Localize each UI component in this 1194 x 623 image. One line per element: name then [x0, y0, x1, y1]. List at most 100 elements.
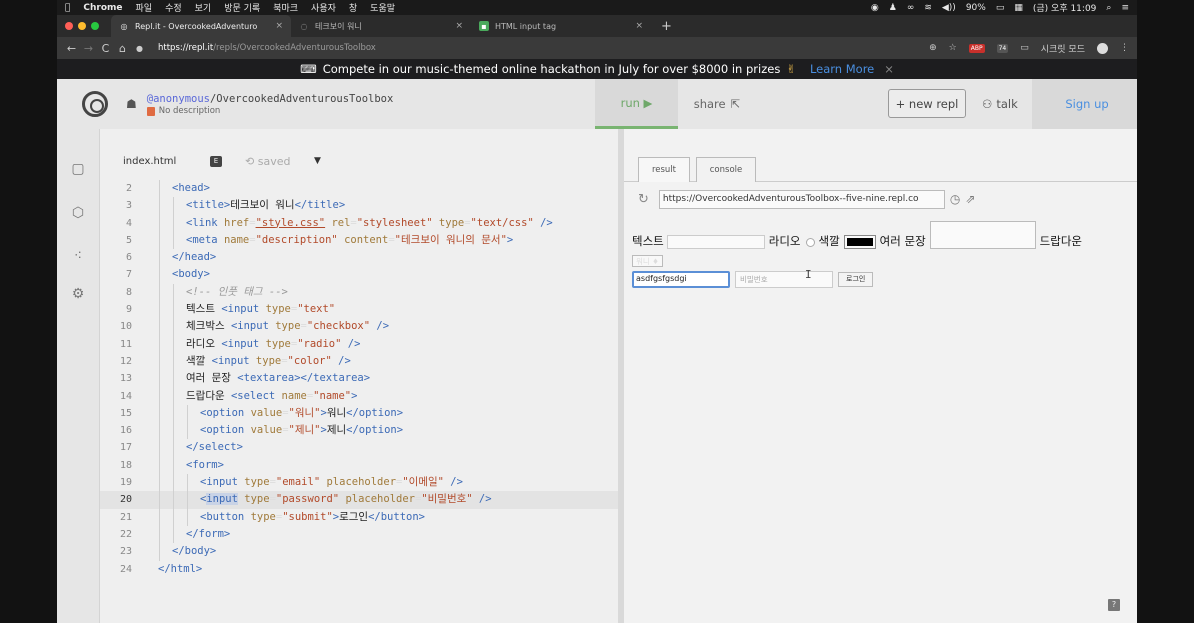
talk-label: talk: [996, 96, 1018, 111]
debugger-icon[interactable]: ⁖: [70, 248, 86, 264]
radio-input[interactable]: [805, 238, 815, 247]
screen:  Chrome 파일 수정 보기 방문 기록 북마크 사용자 창 도움말 ◉ …: [57, 0, 1137, 623]
menu-file[interactable]: 파일: [136, 1, 153, 14]
menu-edit[interactable]: 수정: [165, 1, 182, 14]
run-button[interactable]: run ▶: [595, 79, 678, 129]
menubar-app[interactable]: Chrome: [83, 3, 122, 13]
menu-history[interactable]: 방문 기록: [224, 1, 260, 14]
text-input[interactable]: [666, 235, 765, 249]
repl-name[interactable]: /OvercookedAdventurousToolbox: [210, 93, 393, 105]
extension-badge[interactable]: 74: [996, 43, 1009, 53]
tab-console[interactable]: console: [696, 157, 756, 182]
preview-row-form: asdfgsfgsdgi 비밀번호 로그인: [632, 271, 1132, 288]
home-icon[interactable]: ⌂: [114, 42, 131, 55]
search-icon[interactable]: ⌕: [1106, 3, 1111, 13]
clock[interactable]: (금) 오후 11:09: [1033, 1, 1097, 14]
code-editor[interactable]: index.html E ⟲ saved ▼ 1<html> 2<head> 3…: [100, 129, 653, 623]
url-field[interactable]: https://repl.it/repls/OvercookedAdventur…: [158, 43, 376, 53]
login-button[interactable]: 로그인: [838, 272, 874, 287]
more-icon[interactable]: ⋮: [1120, 43, 1129, 53]
address-bar: ← → C ⌂ ● https://repl.it/repls/Overcook…: [57, 37, 1137, 59]
menu-people[interactable]: 사용자: [311, 1, 336, 14]
back-icon[interactable]: ←: [63, 42, 80, 55]
glasses-icon[interactable]: ∞: [907, 3, 915, 13]
forward-icon[interactable]: →: [80, 42, 97, 55]
menu-window[interactable]: 창: [349, 1, 357, 14]
talk-button[interactable]: ⚇ talk: [982, 89, 1018, 118]
tab-replit[interactable]: ◎ Repl.it - OvercookedAdventuro ×: [111, 15, 291, 37]
menubar:  Chrome 파일 수정 보기 방문 기록 북마크 사용자 창 도움말 ◉ …: [57, 0, 1137, 15]
saved-status: ⟲ saved: [245, 155, 291, 168]
learn-more-link[interactable]: Learn More: [810, 62, 874, 76]
help-button[interactable]: ?: [1108, 599, 1120, 611]
zoom-icon[interactable]: ⊕: [929, 43, 937, 53]
star-icon[interactable]: ☆: [949, 43, 957, 53]
user-icon[interactable]: ♟: [889, 3, 897, 13]
files-icon[interactable]: ▢: [70, 161, 86, 177]
menu-view[interactable]: 보기: [195, 1, 212, 14]
dropdown-select[interactable]: 워니 ♦: [632, 255, 663, 267]
reload-icon[interactable]: C: [97, 42, 114, 55]
result-url-field[interactable]: https://OvercookedAdventurousToolbox--fi…: [658, 189, 945, 209]
flag-icon[interactable]: ▦: [1014, 3, 1023, 13]
close-window-icon[interactable]: [65, 22, 73, 30]
code-line: 17 </select>: [100, 439, 618, 457]
format-icon[interactable]: E: [210, 156, 222, 167]
code-line: 5 <meta name="description" content="테크보이 …: [100, 231, 618, 250]
tab-html-input[interactable]: ▪ HTML input tag ×: [471, 15, 651, 37]
replit-logo-icon[interactable]: [82, 91, 108, 117]
tab-techboy[interactable]: ◌ 테크보이 워니 ×: [291, 15, 471, 37]
reload-icon[interactable]: ↻: [638, 192, 649, 207]
repl-description[interactable]: No description: [146, 106, 394, 116]
close-tab-icon[interactable]: ×: [455, 21, 463, 31]
menu-help[interactable]: 도움말: [370, 1, 395, 14]
close-tab-icon[interactable]: ×: [635, 21, 643, 31]
history-icon[interactable]: ◷: [950, 192, 960, 206]
code-area[interactable]: 1<html> 2<head> 3<title>테크보이 워니</title> …: [100, 174, 618, 578]
signup-button[interactable]: Sign up: [1032, 79, 1137, 129]
wifi-icon[interactable]: ≋: [924, 3, 932, 13]
battery-icon[interactable]: ▭: [996, 3, 1005, 13]
incognito-avatar-icon[interactable]: [1097, 42, 1108, 54]
cast-icon[interactable]: ▭: [1020, 43, 1029, 53]
repl-title[interactable]: @anonymous/OvercookedAdventurousToolbox: [147, 92, 394, 106]
left-rail: ▢ ⬡ ⁖ ⚙: [57, 129, 100, 623]
repl-header: ☗ @anonymous/OvercookedAdventurousToolbo…: [57, 79, 1137, 129]
code-line: 16 <option value="제니">제니</option>: [100, 422, 618, 440]
packages-icon[interactable]: ⬡: [70, 205, 86, 221]
preview-page: 텍스트 라디오 색깔 여러 문장 드랍다운 워니 ♦ asdfgsfgsdgi …: [632, 221, 1132, 288]
label-color: 색깔: [818, 234, 840, 248]
zoom-window-icon[interactable]: [91, 22, 99, 30]
share-button[interactable]: share ⇱: [678, 79, 756, 129]
minimize-window-icon[interactable]: [78, 22, 86, 30]
window-controls: [65, 22, 99, 30]
email-field[interactable]: asdfgsfgsdgi: [632, 271, 730, 288]
file-tab[interactable]: index.html: [123, 156, 176, 167]
incognito-label[interactable]: 시크릿 모드: [1041, 42, 1085, 55]
workspace: ▢ ⬡ ⁖ ⚙ index.html E ⟲ saved ▼ 1<html> 2…: [57, 129, 1137, 623]
password-field[interactable]: 비밀번호: [735, 271, 833, 288]
volume-icon[interactable]: ◀)): [942, 3, 956, 13]
apple-icon[interactable]: : [65, 3, 70, 13]
label-dropdown: 드랍다운: [1039, 234, 1082, 248]
textarea-input[interactable]: [929, 221, 1036, 249]
description-icon: [146, 106, 155, 116]
menu-bookmarks[interactable]: 북마크: [273, 1, 298, 14]
close-announcement-icon[interactable]: ×: [884, 62, 894, 76]
list-icon[interactable]: ≡: [1121, 3, 1129, 13]
color-picker[interactable]: [843, 235, 876, 249]
announcement-bar: ⌨ Compete in our music-themed online hac…: [57, 59, 1137, 79]
abp-icon[interactable]: ABP: [968, 43, 985, 53]
settings-gear-icon[interactable]: ⚙: [70, 286, 86, 302]
repl-user[interactable]: @anonymous: [147, 93, 210, 105]
code-line: 4 <link href="style.css" rel="stylesheet"…: [100, 214, 618, 232]
code-line: 2 <head>: [100, 180, 618, 198]
code-line: 15 <option value="워니">워니</option>: [100, 404, 618, 423]
close-tab-icon[interactable]: ×: [275, 21, 283, 31]
new-tab-icon[interactable]: +: [661, 19, 672, 34]
new-repl-button[interactable]: + new repl: [888, 89, 966, 118]
file-menu-chevron-down-icon[interactable]: ▼: [314, 156, 321, 166]
record-icon[interactable]: ◉: [871, 3, 879, 13]
open-external-icon[interactable]: ⇗: [965, 192, 975, 206]
tab-result[interactable]: result: [638, 157, 690, 182]
